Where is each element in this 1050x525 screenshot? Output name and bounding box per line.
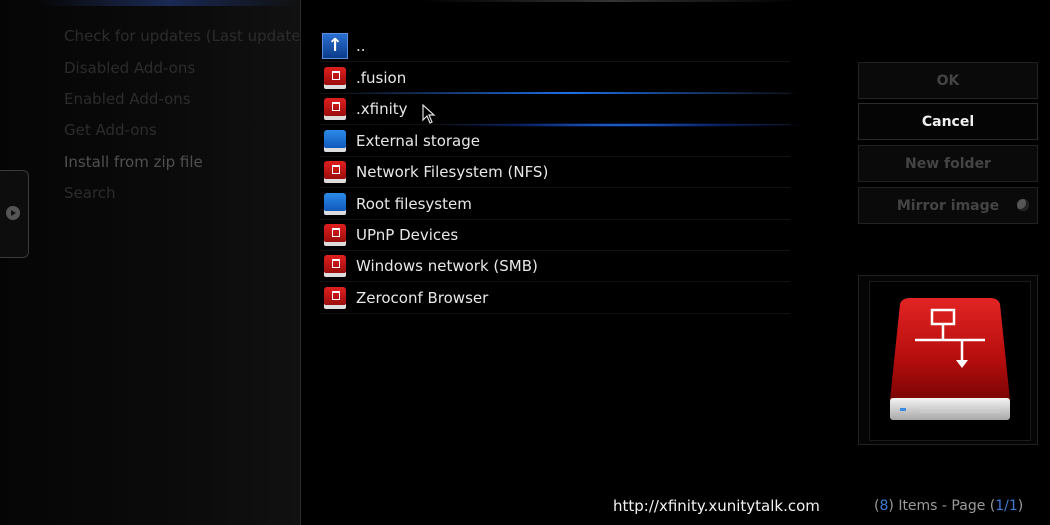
list-item-smb[interactable]: Windows network (SMB) (320, 250, 790, 282)
network-drive-large-icon (890, 298, 1010, 420)
toggle-radio-icon[interactable] (1017, 199, 1029, 211)
list-item-label: .. (356, 36, 366, 55)
new-folder-button[interactable]: New folder (858, 145, 1038, 182)
list-item-label: External storage (356, 131, 480, 150)
menu-item-search[interactable]: Search (64, 184, 299, 202)
menu-top-glow (40, 0, 300, 6)
menu-item-get-addons[interactable]: Get Add-ons (64, 121, 299, 139)
list-item-label: UPnP Devices (356, 225, 459, 244)
list-item-nfs[interactable]: Network Filesystem (NFS) (320, 156, 790, 188)
menu-item-install-zip[interactable]: Install from zip file (64, 153, 299, 171)
menu-item-enabled-addons[interactable]: Enabled Add-ons (64, 90, 299, 108)
items-count: 8 (879, 498, 889, 514)
list-item-label: .xfinity (356, 99, 408, 118)
parent-folder-icon: ↑ (322, 33, 348, 59)
local-drive-icon (324, 130, 346, 152)
local-drive-icon (324, 193, 346, 215)
list-item-label: .fusion (356, 68, 407, 87)
background-addons-menu: Check for updates (Last updated Disabled… (0, 0, 301, 525)
list-item-label: Root filesystem (356, 194, 472, 213)
mirror-image-label: Mirror image (896, 197, 1000, 214)
page-number: 1/1 (995, 498, 1018, 514)
side-menu-tab[interactable] (0, 170, 29, 258)
mirror-image-button[interactable]: Mirror image (858, 187, 1038, 224)
list-item-label: Windows network (SMB) (356, 256, 538, 275)
list-item-upnp[interactable]: UPnP Devices (320, 219, 790, 251)
items-page-status: (8) Items - Page (1/1) (874, 498, 1024, 514)
list-item-external-storage[interactable]: External storage (320, 125, 790, 157)
list-item-parent[interactable]: ↑ .. (320, 30, 790, 62)
mouse-pointer-icon (422, 104, 436, 124)
network-drive-icon (324, 224, 346, 246)
thumbnail-frame (858, 275, 1038, 445)
menu-item-check-updates[interactable]: Check for updates (Last updated (64, 27, 299, 45)
list-item-zeroconf[interactable]: Zeroconf Browser (320, 282, 790, 314)
list-item-root-filesystem[interactable]: Root filesystem (320, 188, 790, 220)
items-page-label: Items - Page (898, 498, 986, 514)
cancel-button[interactable]: Cancel (858, 103, 1038, 140)
thumbnail-image (869, 281, 1031, 441)
list-item-label: Network Filesystem (NFS) (356, 162, 549, 181)
ok-button[interactable]: OK (858, 62, 1038, 99)
network-drive-icon (324, 67, 346, 89)
network-drive-icon (324, 287, 346, 309)
network-drive-icon (324, 255, 346, 277)
network-drive-icon (324, 98, 346, 120)
list-item-fusion[interactable]: .fusion (320, 62, 790, 94)
list-item-xfinity[interactable]: .xfinity (320, 92, 800, 127)
network-drive-icon (324, 161, 346, 183)
top-divider (420, 0, 800, 2)
menu-item-disabled-addons[interactable]: Disabled Add-ons (64, 59, 299, 77)
source-url-text: http://xfinity.xunitytalk.com (613, 497, 820, 515)
list-item-label: Zeroconf Browser (356, 288, 489, 307)
play-arrow-icon (6, 206, 20, 220)
